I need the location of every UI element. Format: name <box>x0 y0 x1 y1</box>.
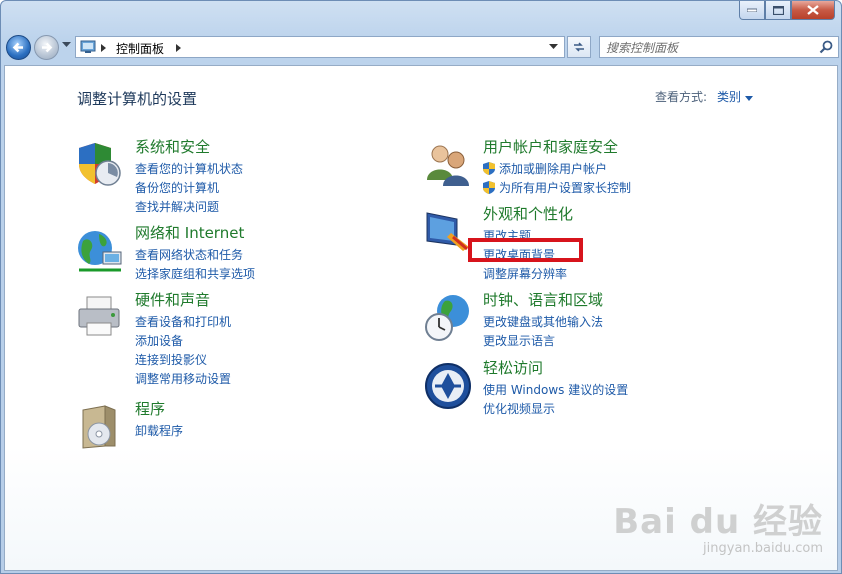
maximize-button[interactable] <box>765 1 791 20</box>
link-add-remove-accounts[interactable]: 添加或删除用户帐户 <box>483 160 607 177</box>
link-network-status[interactable]: 查看网络状态和任务 <box>135 246 243 263</box>
clock-globe-icon <box>425 295 469 341</box>
category-title[interactable]: 程序 <box>135 398 165 419</box>
recent-pages-dropdown-icon[interactable] <box>62 42 71 48</box>
close-button[interactable] <box>791 1 835 20</box>
programs-box-icon <box>82 405 116 449</box>
back-arrow-icon <box>12 42 23 53</box>
link-display-language[interactable]: 更改显示语言 <box>483 332 555 349</box>
forward-arrow-icon <box>42 42 53 53</box>
control-panel-icon <box>80 40 96 53</box>
page-title: 调整计算机的设置 <box>77 90 198 108</box>
category-title[interactable]: 轻松访问 <box>483 357 543 378</box>
watermark-logo: Bai du 经验 <box>613 502 823 542</box>
ease-of-access-icon <box>425 363 471 409</box>
link-homegroup-sharing[interactable]: 选择家庭组和共享选项 <box>135 265 255 282</box>
view-by-dropdown[interactable]: 类别 <box>717 90 753 104</box>
uac-shield-icon <box>483 181 495 194</box>
category-title[interactable]: 网络和 Internet <box>135 222 244 243</box>
uac-shield-icon <box>483 162 495 175</box>
search-input[interactable] <box>606 39 816 57</box>
link-label[interactable]: 为所有用户设置家长控制 <box>499 181 631 195</box>
view-by-label: 查看方式: <box>655 90 708 104</box>
forward-button[interactable] <box>34 35 59 60</box>
content-area: 调整计算机的设置 查看方式: 类别 系统和安全 查看您的计算机状态 备份您的计算机… <box>4 65 838 571</box>
address-bar[interactable]: 控制面板 <box>75 36 565 58</box>
breadcrumb-control-panel[interactable]: 控制面板 <box>116 40 164 57</box>
link-view-computer-status[interactable]: 查看您的计算机状态 <box>135 160 243 177</box>
link-screen-resolution[interactable]: 调整屏幕分辨率 <box>483 265 567 282</box>
close-icon <box>807 5 819 15</box>
printer-icon <box>78 296 120 336</box>
refresh-icon <box>574 42 584 52</box>
category-title[interactable]: 用户帐户和家庭安全 <box>483 136 618 157</box>
link-backup-computer[interactable]: 备份您的计算机 <box>135 179 219 196</box>
link-connect-projector[interactable]: 连接到投影仪 <box>135 351 207 368</box>
search-box[interactable] <box>599 36 839 58</box>
highlight-box <box>468 238 583 262</box>
watermark-url: jingyan.baidu.com <box>703 541 823 556</box>
minimize-icon <box>747 8 757 12</box>
navigation-bar: 控制面板 <box>1 32 842 62</box>
minimize-button[interactable] <box>739 1 765 20</box>
network-globe-icon <box>78 231 122 272</box>
breadcrumb-chevron-icon[interactable] <box>101 44 107 52</box>
link-keyboards-input[interactable]: 更改键盘或其他输入法 <box>483 313 603 330</box>
security-shield-icon <box>79 143 121 186</box>
window-caption-buttons <box>739 1 835 21</box>
chevron-down-icon <box>744 96 753 101</box>
link-add-device[interactable]: 添加设备 <box>135 332 183 349</box>
link-recommended-settings[interactable]: 使用 Windows 建议的设置 <box>483 381 628 398</box>
category-title[interactable]: 系统和安全 <box>135 136 210 157</box>
link-devices-printers[interactable]: 查看设备和打印机 <box>135 313 231 330</box>
appearance-monitor-icon <box>426 212 469 251</box>
category-title[interactable]: 硬件和声音 <box>135 289 210 310</box>
category-title[interactable]: 时钟、语言和区域 <box>483 289 603 310</box>
link-optimize-display[interactable]: 优化视频显示 <box>483 400 555 417</box>
maximize-icon <box>772 5 784 15</box>
back-button[interactable] <box>6 35 31 60</box>
link-parental-controls[interactable]: 为所有用户设置家长控制 <box>483 179 631 196</box>
link-mobility-settings[interactable]: 调整常用移动设置 <box>135 370 231 387</box>
users-icon <box>427 145 469 186</box>
category-title[interactable]: 外观和个性化 <box>483 203 573 224</box>
breadcrumb-chevron-icon[interactable] <box>176 44 182 52</box>
address-dropdown-icon[interactable] <box>549 44 558 50</box>
watermark: Bai du 经验 jingyan.baidu.com <box>613 494 823 556</box>
view-by: 查看方式: 类别 <box>655 88 753 105</box>
link-label[interactable]: 添加或删除用户帐户 <box>499 162 607 176</box>
view-by-value[interactable]: 类别 <box>717 90 741 104</box>
refresh-button[interactable] <box>567 36 591 58</box>
link-troubleshoot[interactable]: 查找并解决问题 <box>135 198 219 215</box>
control-panel-window: 控制面板 调整计算机的设置 查看方式: 类别 系统和安全 <box>0 0 842 574</box>
link-uninstall-program[interactable]: 卸载程序 <box>135 422 183 439</box>
search-icon[interactable] <box>819 40 833 54</box>
